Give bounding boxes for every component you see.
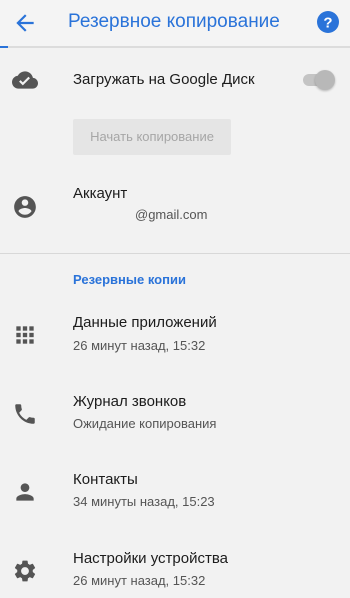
gear-icon <box>12 558 38 584</box>
person-icon <box>12 479 38 505</box>
section-divider <box>0 253 350 254</box>
help-button[interactable]: ? <box>317 11 339 33</box>
backups-section-title: Резервные копии <box>73 272 186 287</box>
page-title: Резервное копирование <box>68 11 280 32</box>
account-circle-icon <box>12 194 38 220</box>
backup-item-title: Данные приложений <box>73 314 217 331</box>
backup-item-subtitle: 34 минуты назад, 15:23 <box>73 494 215 509</box>
back-arrow-icon <box>16 14 34 32</box>
svg-text:?: ? <box>323 15 332 32</box>
toggle-knob <box>315 70 335 90</box>
help-icon: ? <box>317 11 339 33</box>
phone-icon <box>12 401 38 427</box>
upload-toggle[interactable] <box>301 70 335 90</box>
backup-item-subtitle: 26 минут назад, 15:32 <box>73 338 206 353</box>
app-bar-accent-line <box>0 46 8 48</box>
backup-item-title: Настройки устройства <box>73 550 228 567</box>
start-backup-button[interactable]: Начать копирование <box>73 119 231 155</box>
backup-item-subtitle: 26 минут назад, 15:32 <box>73 573 206 588</box>
account-label: Аккаунт <box>73 185 128 202</box>
cloud-done-icon <box>12 67 38 93</box>
account-email: @gmail.com <box>135 207 208 222</box>
apps-grid-icon <box>12 322 38 348</box>
backup-item-title: Журнал звонков <box>73 393 187 410</box>
upload-to-drive-label: Загружать на Google Диск <box>73 71 255 88</box>
backup-item-title: Контакты <box>73 471 138 488</box>
app-bar-divider <box>0 46 350 48</box>
back-button[interactable] <box>12 10 38 36</box>
backup-item-subtitle: Ожидание копирования <box>73 416 217 431</box>
